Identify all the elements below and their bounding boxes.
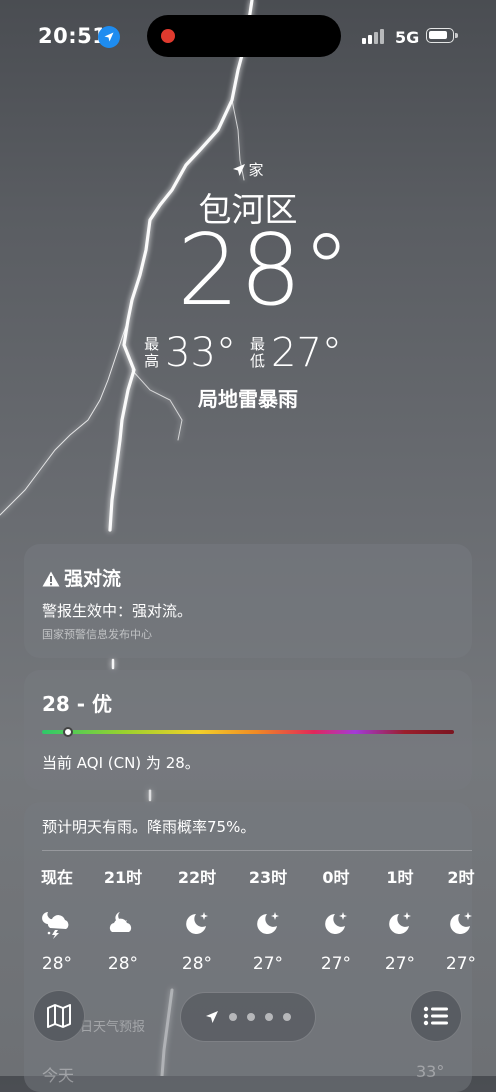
battery-icon (426, 28, 458, 43)
map-icon (47, 1004, 71, 1028)
clear-night-icon (303, 906, 369, 940)
list-icon (423, 1006, 448, 1026)
clear-night-icon (164, 906, 230, 940)
hour-label: 1时 (386, 868, 414, 887)
hour-temperature: 27° (384, 954, 416, 974)
weather-condition: 局地雷暴雨 (198, 387, 298, 411)
low-temperature: 27° (271, 330, 342, 376)
recording-indicator (161, 29, 175, 43)
hourly-item: 2时 27° (428, 864, 494, 974)
page-dot (265, 1013, 273, 1021)
page-dot (229, 1013, 237, 1021)
location-arrow-icon (98, 26, 120, 48)
hour-label: 2时 (447, 868, 475, 887)
alert-title: 强对流 (42, 564, 121, 591)
hour-temperature: 27° (320, 954, 352, 974)
hour-temperature: 27° (445, 954, 477, 974)
daily-today-high: 33° (416, 1062, 445, 1081)
page-dot (247, 1013, 255, 1021)
map-button[interactable] (33, 990, 85, 1042)
daily-today-label: 今天 (42, 1066, 75, 1085)
hour-label: 23时 (248, 868, 288, 887)
page-dot (283, 1013, 291, 1021)
partly-cloudy-night-icon (90, 906, 156, 940)
clear-night-icon (235, 906, 301, 940)
aqi-indicator (62, 727, 73, 737)
aqi-description: 当前 AQI (CN) 为 28。 (42, 754, 200, 772)
air-quality-card[interactable]: 28 - 优 当前 AQI (CN) 为 28。 (24, 670, 472, 790)
high-temperature: 33° (165, 330, 236, 376)
home-location-label: 家 (0, 159, 496, 180)
alert-body: 警报生效中：强对流。 (42, 602, 193, 620)
hour-label: 22时 (177, 868, 217, 887)
high-label: 最高 (144, 335, 160, 370)
location-arrow-icon (233, 164, 246, 176)
clear-night-icon (428, 906, 494, 940)
status-bar: 20:51 5G (0, 0, 496, 72)
cellular-signal-icon (362, 28, 386, 44)
alert-source: 国家预警信息发布中心 (42, 628, 152, 641)
list-button[interactable] (410, 990, 462, 1042)
hourly-item: 0时 27° (303, 864, 369, 974)
aqi-scale-bar (42, 727, 454, 737)
forecast-summary: 预计明天有雨。降雨概率75%。 (42, 818, 256, 836)
dynamic-island (147, 15, 341, 57)
hour-temperature: 28° (107, 954, 139, 974)
low-label: 最低 (250, 335, 266, 370)
hourly-item: 1时 27° (367, 864, 433, 974)
network-type: 5G (395, 28, 420, 47)
hour-label: 现在 (40, 868, 73, 887)
hour-temperature: 28° (181, 954, 213, 974)
clock: 20:51 (38, 24, 108, 48)
hour-label: 0时 (322, 868, 350, 887)
hour-temperature: 28° (41, 954, 73, 974)
warning-triangle-icon (42, 571, 60, 587)
high-low-temperature: 最高 33° 最低 27° (0, 330, 496, 376)
aqi-value: 28 - 优 (42, 692, 113, 716)
clear-night-icon (367, 906, 433, 940)
hourly-item: 23时 27° (235, 864, 301, 974)
current-temperature: 28° (177, 214, 351, 328)
hourly-item: 现在 28° (24, 864, 90, 974)
thunderstorm-night-icon (24, 906, 90, 940)
daily-forecast-title: 日天气预报 (80, 1020, 146, 1035)
severe-weather-alert-card[interactable]: 强对流 警报生效中：强对流。 国家预警信息发布中心 (24, 544, 472, 658)
hour-temperature: 27° (252, 954, 284, 974)
divider (42, 850, 472, 851)
hourly-forecast-card[interactable]: 预计明天有雨。降雨概率75%。 现在 28° 21时 28° 22时 28° 2… (24, 802, 476, 1092)
hourly-item: 21时 28° (90, 864, 156, 974)
hourly-item: 22时 28° (164, 864, 230, 974)
location-arrow-icon (206, 1011, 218, 1023)
page-indicator[interactable] (180, 992, 316, 1042)
hour-label: 21时 (103, 868, 143, 887)
